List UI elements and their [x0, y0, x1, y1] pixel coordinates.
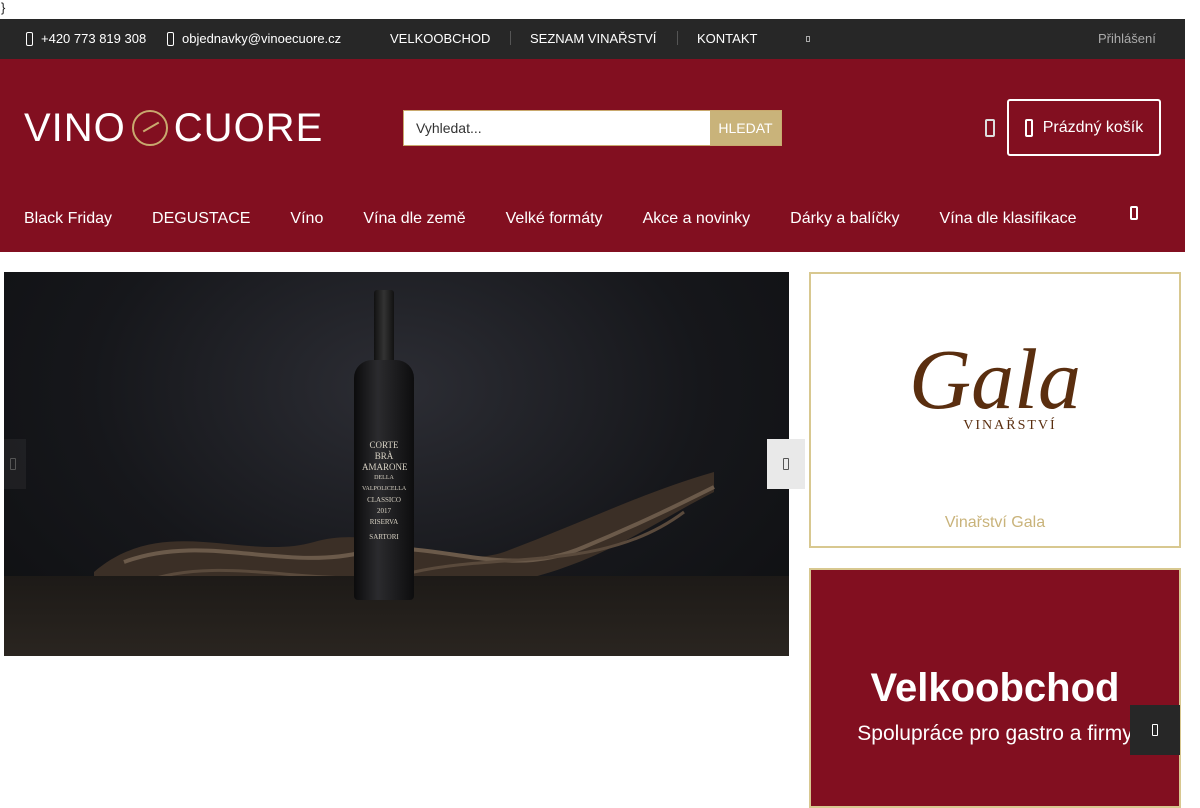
winery-name[interactable]: Vinařství Gala: [811, 514, 1179, 532]
phone-icon: [26, 32, 33, 46]
chevron-right-icon: [783, 458, 789, 470]
wine-bottle-image: CORTE BRÀ AMARONE DELLA VALPOLICELLA CLA…: [354, 290, 414, 600]
search-input[interactable]: [404, 111, 710, 145]
bottle-label: CORTE BRÀ AMARONE DELLA VALPOLICELLA CLA…: [362, 440, 408, 550]
phone-number: +420 773 819 308: [41, 31, 147, 46]
slider-prev-button[interactable]: [0, 439, 26, 489]
site-logo[interactable]: VINO CUORE: [24, 105, 324, 150]
phone-contact[interactable]: +420 773 819 308: [26, 19, 146, 59]
menu-item-vina-dle-zeme[interactable]: Vína dle země: [363, 210, 465, 228]
menu-item-vina-dle-klasifikace[interactable]: Vína dle klasifikace: [940, 210, 1077, 228]
slider-next-button[interactable]: [767, 439, 805, 489]
bottle-label-line: SARTORI: [369, 533, 399, 541]
winery-card-gala[interactable]: Gala VINAŘSTVÍ Vinařství Gala: [809, 272, 1181, 548]
logo-left: VINO: [24, 105, 126, 150]
menu-more-icon[interactable]: [1130, 206, 1138, 220]
bottle-label-line: DELLA VALPOLICELLA: [362, 475, 407, 492]
search-button[interactable]: HLEDAT: [710, 111, 781, 145]
gala-logo-script: Gala: [909, 331, 1081, 427]
divider: [677, 31, 678, 45]
wholesale-subtitle: Spolupráce pro gastro a firmy: [857, 722, 1133, 745]
wholesale-title: Velkoobchod: [870, 666, 1120, 710]
email-address: objednavky@vinoecuore.cz: [182, 31, 342, 46]
hero-slider[interactable]: CORTE BRÀ AMARONE DELLA VALPOLICELLA CLA…: [4, 272, 789, 656]
cart-button[interactable]: Prázdný košík: [1007, 99, 1161, 156]
arrow-up-icon: [1152, 724, 1158, 736]
top-bar: +420 773 819 308 objednavky@vinoecuore.c…: [0, 19, 1185, 59]
site-header: VINO CUORE HLEDAT Prázdný košík Black Fr…: [0, 59, 1185, 252]
bottle-label-line: RISERVA: [369, 518, 399, 526]
bottle-label-line: AMARONE: [362, 462, 408, 472]
language-toggle[interactable]: [806, 19, 810, 59]
user-icon[interactable]: [985, 119, 995, 137]
menu-item-darky-a-balicky[interactable]: Dárky a balíčky: [790, 210, 899, 228]
link-kontakt[interactable]: KONTAKT: [697, 19, 757, 59]
gala-logo-sub: VINAŘSTVÍ: [963, 418, 1057, 433]
login-link[interactable]: Přihlášení: [1098, 19, 1156, 59]
flag-icon: [806, 36, 810, 42]
menu-item-degustace[interactable]: DEGUSTACE: [152, 210, 250, 228]
stray-text: }: [1, 0, 6, 15]
menu-item-black-friday[interactable]: Black Friday: [24, 210, 112, 228]
menu-item-velke-formaty[interactable]: Velké formáty: [506, 210, 603, 228]
cart-icon: [1024, 118, 1033, 137]
scroll-to-top-button[interactable]: [1130, 705, 1180, 755]
cart-label: Prázdný košík: [1042, 118, 1144, 136]
wholesale-banner[interactable]: Velkoobchod Spolupráce pro gastro a firm…: [809, 568, 1181, 808]
logo-right: CUORE: [173, 105, 324, 150]
bottle-neck: [374, 290, 394, 360]
link-velkoobchod[interactable]: VELKOOBCHOD: [390, 19, 490, 59]
main-menu: Black Friday DEGUSTACE Víno Vína dle zem…: [0, 199, 1185, 239]
gala-logo: Gala VINAŘSTVÍ: [811, 334, 1179, 434]
bottle-label-line: CLASSICO 2017: [367, 496, 401, 515]
chevron-left-icon: [10, 458, 16, 470]
email-icon: [167, 32, 174, 46]
logo-e-mark-icon: [131, 110, 168, 146]
divider: [510, 31, 511, 45]
search-bar: HLEDAT: [403, 110, 782, 146]
menu-item-vino[interactable]: Víno: [290, 210, 323, 228]
menu-item-akce-a-novinky[interactable]: Akce a novinky: [643, 210, 751, 228]
link-seznam-vinarstvi[interactable]: SEZNAM VINAŘSTVÍ: [530, 19, 656, 59]
email-contact[interactable]: objednavky@vinoecuore.cz: [167, 19, 341, 59]
bottle-label-line: CORTE BRÀ: [369, 440, 399, 461]
